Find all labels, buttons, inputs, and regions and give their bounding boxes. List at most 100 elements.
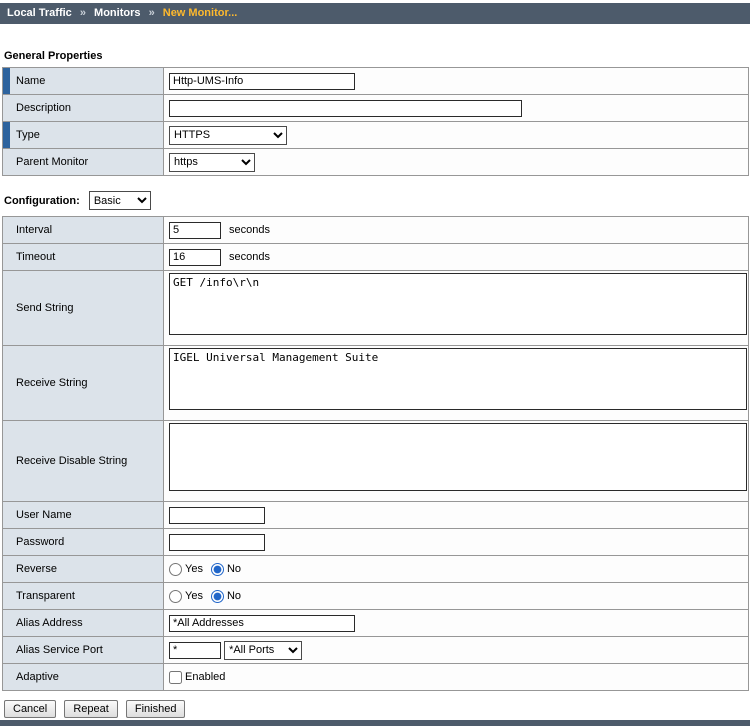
- receive-string-textarea[interactable]: IGEL Universal Management Suite: [169, 348, 747, 410]
- table-row: Type HTTPS: [3, 122, 749, 149]
- configuration-row: Configuration: Basic: [4, 191, 750, 210]
- configuration-select[interactable]: Basic: [89, 191, 151, 210]
- description-value-cell: [164, 95, 749, 122]
- interval-label-cell: Interval: [3, 217, 164, 244]
- reverse-no-option[interactable]: No: [211, 563, 241, 575]
- parent-monitor-select[interactable]: https: [169, 153, 255, 172]
- reverse-no-radio[interactable]: [211, 563, 224, 576]
- transparent-label-cell: Transparent: [3, 583, 164, 610]
- alias-service-port-label-cell: Alias Service Port: [3, 637, 164, 664]
- transparent-yes-option[interactable]: Yes: [169, 590, 203, 602]
- reverse-label-cell: Reverse: [3, 556, 164, 583]
- timeout-label: Timeout: [16, 251, 55, 263]
- reverse-yes-radio[interactable]: [169, 563, 182, 576]
- interval-input[interactable]: [169, 222, 221, 239]
- send-string-label-cell: Send String: [3, 271, 164, 346]
- interval-label: Interval: [16, 224, 52, 236]
- table-row: Parent Monitor https: [3, 149, 749, 176]
- transparent-no-option[interactable]: No: [211, 590, 241, 602]
- alias-address-input[interactable]: [169, 615, 355, 632]
- alias-address-label: Alias Address: [16, 617, 83, 629]
- name-label: Name: [16, 75, 45, 87]
- table-row: Description: [3, 95, 749, 122]
- adaptive-checkbox[interactable]: [169, 671, 182, 684]
- description-label-cell: Description: [3, 95, 164, 122]
- alias-service-port-label: Alias Service Port: [16, 644, 103, 656]
- parent-monitor-label: Parent Monitor: [16, 156, 88, 168]
- transparent-yes-radio[interactable]: [169, 590, 182, 603]
- transparent-yes-label: Yes: [185, 590, 203, 602]
- adaptive-enabled-option[interactable]: Enabled: [169, 671, 225, 683]
- cancel-button[interactable]: Cancel: [4, 700, 56, 718]
- type-value-cell: HTTPS: [164, 122, 749, 149]
- main-content: General Properties Name Description Type: [0, 50, 750, 718]
- configuration-label: Configuration:: [4, 195, 80, 207]
- reverse-yes-option[interactable]: Yes: [169, 563, 203, 575]
- transparent-no-radio[interactable]: [211, 590, 224, 603]
- receive-disable-string-label-cell: Receive Disable String: [3, 421, 164, 502]
- table-row: Password: [3, 529, 749, 556]
- timeout-value-cell: seconds: [164, 244, 749, 271]
- receive-disable-string-label: Receive Disable String: [16, 455, 127, 467]
- user-name-input[interactable]: [169, 507, 265, 524]
- repeat-button[interactable]: Repeat: [64, 700, 117, 718]
- alias-service-port-select[interactable]: *All Ports: [224, 641, 302, 660]
- reverse-yes-label: Yes: [185, 563, 203, 575]
- reverse-no-label: No: [227, 563, 241, 575]
- table-row: Name: [3, 68, 749, 95]
- reverse-value-cell: Yes No: [164, 556, 749, 583]
- adaptive-label: Adaptive: [16, 671, 59, 683]
- breadcrumb-current: New Monitor...: [163, 7, 238, 19]
- breadcrumb-separator: »: [149, 7, 155, 19]
- footer-bar: [0, 720, 750, 726]
- table-row: Interval seconds: [3, 217, 749, 244]
- user-name-value-cell: [164, 502, 749, 529]
- timeout-unit-label: seconds: [229, 251, 270, 263]
- send-string-textarea[interactable]: GET /info\r\n: [169, 273, 747, 335]
- alias-service-port-value-cell: *All Ports: [164, 637, 749, 664]
- table-row: Alias Service Port *All Ports: [3, 637, 749, 664]
- alias-address-value-cell: [164, 610, 749, 637]
- password-label-cell: Password: [3, 529, 164, 556]
- parent-monitor-label-cell: Parent Monitor: [3, 149, 164, 176]
- name-input[interactable]: [169, 73, 355, 90]
- action-buttons: Cancel Repeat Finished: [4, 700, 750, 718]
- receive-string-value-cell: IGEL Universal Management Suite: [164, 346, 749, 421]
- timeout-input[interactable]: [169, 249, 221, 266]
- description-input[interactable]: [169, 100, 522, 117]
- timeout-label-cell: Timeout: [3, 244, 164, 271]
- table-row: Send String GET /info\r\n: [3, 271, 749, 346]
- interval-value-cell: seconds: [164, 217, 749, 244]
- type-select[interactable]: HTTPS: [169, 126, 287, 145]
- table-row: Transparent Yes No: [3, 583, 749, 610]
- name-label-cell: Name: [3, 68, 164, 95]
- configuration-table: Interval seconds Timeout seconds Send St…: [2, 216, 749, 691]
- user-name-label: User Name: [16, 509, 72, 521]
- breadcrumb-item-monitors[interactable]: Monitors: [94, 7, 140, 19]
- description-label: Description: [16, 102, 71, 114]
- parent-monitor-value-cell: https: [164, 149, 749, 176]
- table-row: Reverse Yes No: [3, 556, 749, 583]
- adaptive-label-cell: Adaptive: [3, 664, 164, 691]
- receive-disable-string-textarea[interactable]: [169, 423, 747, 491]
- transparent-label: Transparent: [16, 590, 75, 602]
- transparent-value-cell: Yes No: [164, 583, 749, 610]
- interval-unit-label: seconds: [229, 224, 270, 236]
- name-value-cell: [164, 68, 749, 95]
- table-row: User Name: [3, 502, 749, 529]
- alias-service-port-input[interactable]: [169, 642, 221, 659]
- receive-string-label-cell: Receive String: [3, 346, 164, 421]
- receive-disable-string-value-cell: [164, 421, 749, 502]
- breadcrumb-separator: »: [80, 7, 86, 19]
- breadcrumb-item-local-traffic[interactable]: Local Traffic: [7, 7, 72, 19]
- adaptive-value-cell: Enabled: [164, 664, 749, 691]
- table-row: Receive String IGEL Universal Management…: [3, 346, 749, 421]
- password-input[interactable]: [169, 534, 265, 551]
- receive-string-label: Receive String: [16, 377, 88, 389]
- reverse-label: Reverse: [16, 563, 57, 575]
- breadcrumb: Local Traffic » Monitors » New Monitor..…: [0, 3, 750, 24]
- general-properties-table: Name Description Type HTTPS: [2, 67, 749, 176]
- finished-button[interactable]: Finished: [126, 700, 186, 718]
- password-label: Password: [16, 536, 64, 548]
- table-row: Adaptive Enabled: [3, 664, 749, 691]
